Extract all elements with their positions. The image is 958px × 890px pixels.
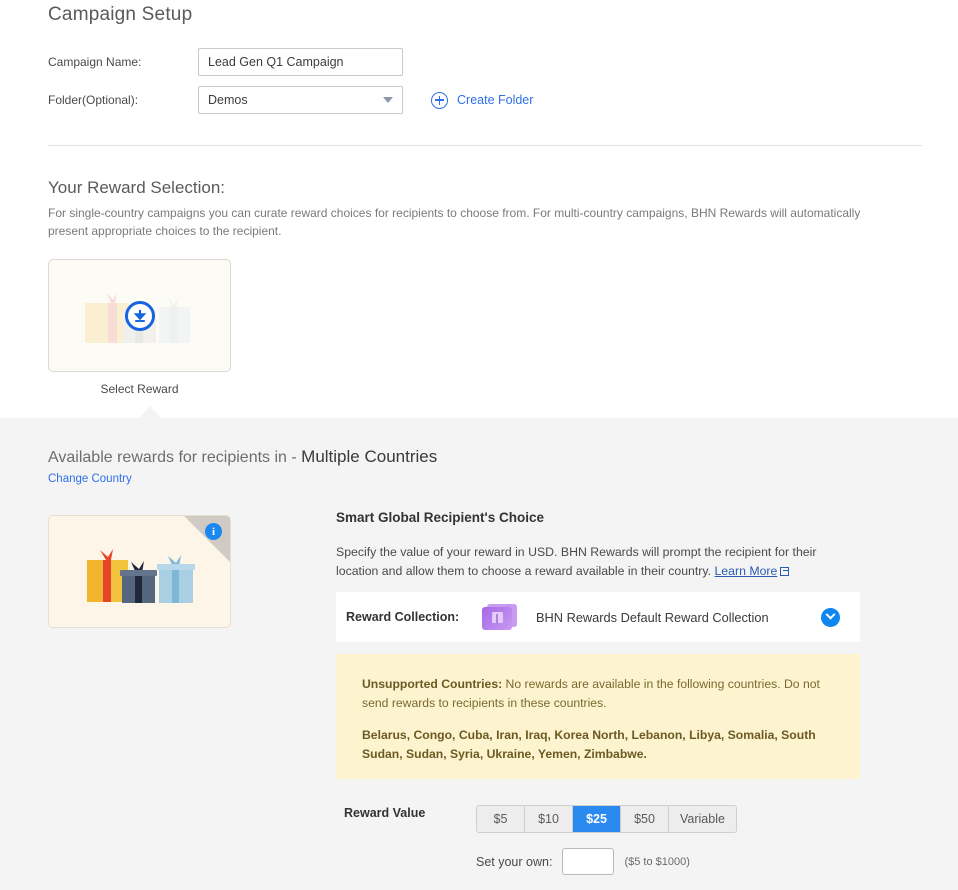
set-your-own-label: Set your own: (476, 855, 552, 869)
gift-boxes-icon (86, 547, 198, 604)
reward-value-option-variable[interactable]: Variable (669, 806, 736, 832)
learn-more-label: Learn More (714, 564, 777, 578)
smart-global-description: Specify the value of your reward in USD.… (336, 543, 861, 581)
section-divider (48, 145, 922, 146)
reward-value-option-10[interactable]: $10 (525, 806, 573, 832)
available-rewards-prefix: Available rewards for recipients in - (48, 449, 297, 466)
download-arrow-badge (125, 301, 155, 331)
chevron-down-circle-icon[interactable] (821, 608, 840, 627)
reward-value-label: Reward Value (344, 806, 425, 820)
select-reward-label: Select Reward (48, 382, 231, 396)
campaign-name-row: Campaign Name: (48, 48, 403, 76)
campaign-name-input[interactable] (198, 48, 403, 76)
reward-value-segmented-control: $5 $10 $25 $50 Variable (476, 805, 737, 833)
available-rewards-country: Multiple Countries (301, 447, 437, 466)
reward-value-option-50[interactable]: $50 (621, 806, 669, 832)
reward-selection-description: For single-country campaigns you can cur… (48, 204, 893, 240)
folder-label: Folder(Optional): (48, 93, 198, 107)
smart-global-title: Smart Global Recipient's Choice (336, 510, 544, 525)
learn-more-link[interactable]: Learn More (714, 564, 789, 578)
info-icon[interactable]: i (205, 523, 222, 540)
unsupported-heading: Unsupported Countries: (362, 677, 502, 691)
corner-ribbon (184, 516, 230, 562)
folder-select-value: Demos (208, 93, 248, 107)
download-icon (133, 309, 147, 323)
available-rewards-title: Available rewards for recipients in - Mu… (48, 447, 437, 467)
select-reward-card[interactable] (48, 259, 231, 372)
reward-value-option-5[interactable]: $5 (477, 806, 525, 832)
change-country-link[interactable]: Change Country (48, 473, 132, 485)
create-folder-button[interactable]: Create Folder (431, 92, 533, 109)
folder-row: Folder(Optional): Demos Create Folder (48, 86, 533, 114)
reward-selection-title: Your Reward Selection: (48, 178, 225, 198)
panel-notch-triangle (139, 406, 161, 418)
reward-collection-row[interactable]: Reward Collection: BHN Rewards Default R… (336, 592, 860, 642)
reward-collection-label: Reward Collection: (346, 610, 476, 624)
set-your-own-row: Set your own: ($5 to $1000) (476, 848, 690, 875)
page-title: Campaign Setup (48, 4, 192, 26)
plus-circle-icon (431, 92, 448, 109)
reward-collection-value: BHN Rewards Default Reward Collection (536, 610, 821, 625)
create-folder-label: Create Folder (457, 93, 533, 107)
set-your-own-input[interactable] (562, 848, 614, 875)
unsupported-warning-text: Unsupported Countries: No rewards are av… (362, 675, 834, 713)
chevron-down-icon (383, 97, 393, 103)
campaign-name-label: Campaign Name: (48, 55, 198, 69)
unsupported-countries-warning: Unsupported Countries: No rewards are av… (336, 654, 860, 779)
unsupported-countries-list: Belarus, Congo, Cuba, Iran, Iraq, Korea … (362, 726, 834, 764)
external-link-icon (780, 567, 789, 576)
reward-value-option-25[interactable]: $25 (573, 806, 621, 832)
reward-image-card: i (48, 515, 231, 628)
reward-range-hint: ($5 to $1000) (624, 856, 689, 868)
folder-select[interactable]: Demos (198, 86, 403, 114)
collection-cards-icon (482, 604, 518, 630)
